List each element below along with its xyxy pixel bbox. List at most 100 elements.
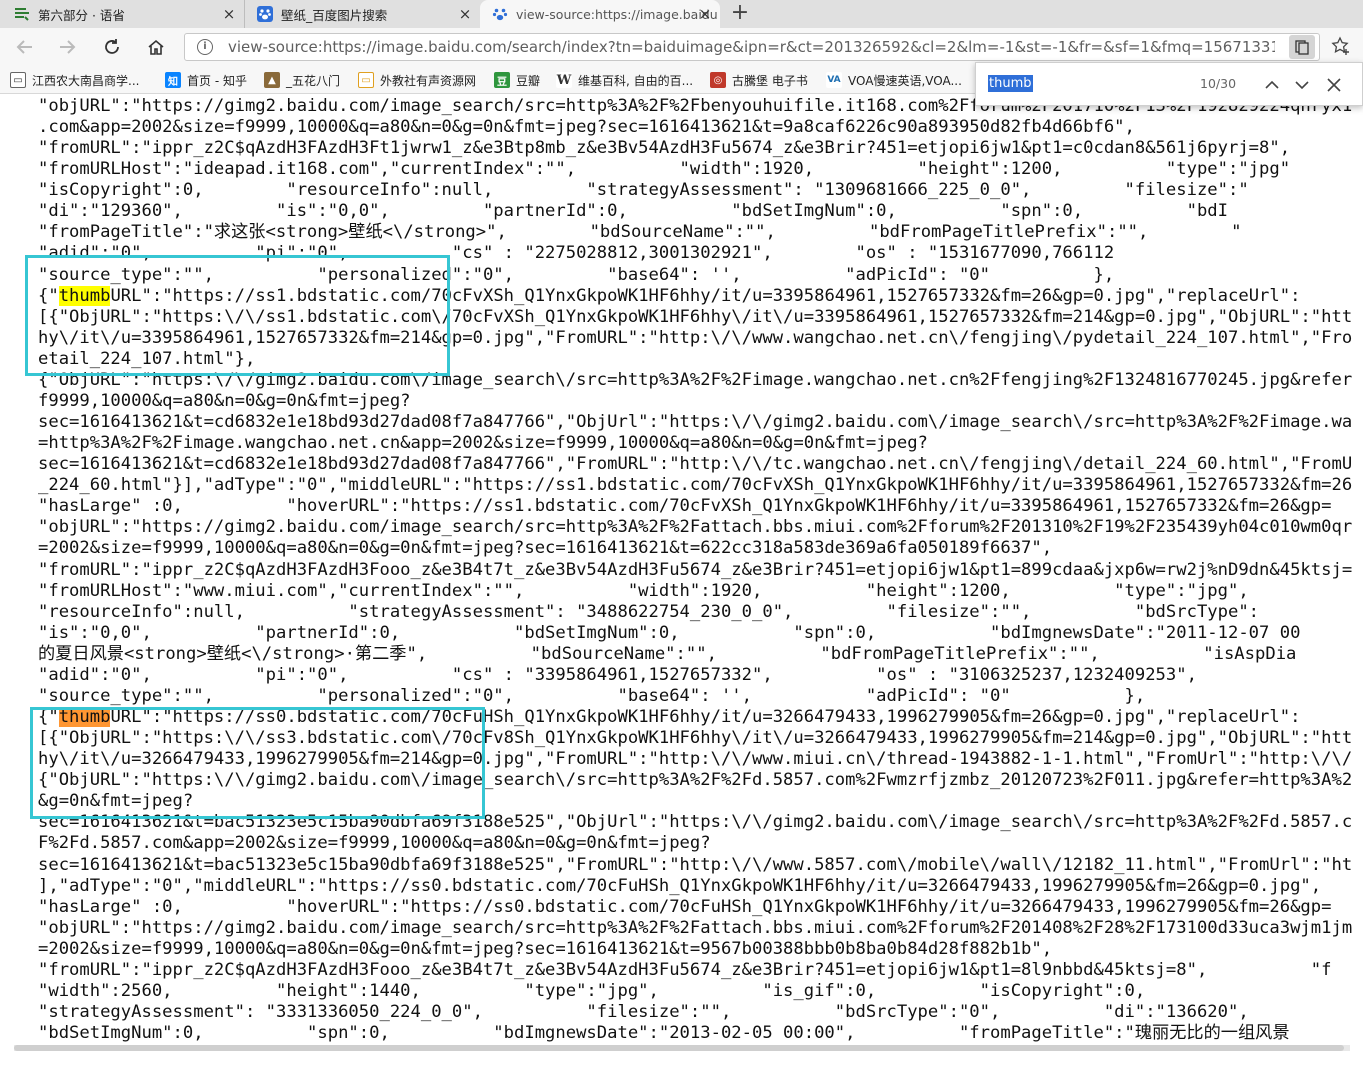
page-icon: ▭	[358, 72, 374, 88]
bookmark-label: VOA慢速英语,VOA...	[848, 73, 962, 88]
source-line: =http%3A%2F%2Fimage.wangchao.net.cn&app=…	[38, 433, 928, 454]
source-line: sec=1616413621&t=cd6832e1e18bd93d27dad08…	[38, 412, 1353, 433]
bookmark-item[interactable]: ◎ 古騰堡 电子书	[710, 71, 808, 89]
source-line: sec=1616413621&t=bac51323e5c15ba90dbfa69…	[38, 812, 1353, 833]
source-line: "source_type":"", "personalized":"0", "b…	[38, 685, 1146, 706]
source-line: "source_type":"", "personalized":"0", "b…	[38, 264, 1115, 285]
source-line: "fromURLHost":"ideapad.it168.com","curre…	[38, 159, 1291, 180]
source-line: =2002&size=f9999,10000&q=a80&n=0&g=0n&fm…	[38, 538, 1053, 559]
find-previous-button[interactable]	[1260, 73, 1284, 97]
source-line: "bdSetImgNum":0, "spn":0, "bdImgnewsDate…	[38, 1023, 1290, 1043]
close-icon[interactable]: ×	[220, 5, 238, 23]
tab-view-source[interactable]: view-source:https://image.baidu ×	[480, 0, 720, 28]
douban-icon: 豆	[494, 72, 510, 88]
source-line: "fromURL":"ippr_z2C$qAzdH3FAzdH3Ft1jwrw1…	[38, 138, 1291, 159]
close-icon[interactable]: ×	[456, 5, 474, 23]
forward-button[interactable]	[56, 36, 80, 58]
bookmark-label: 外教社有声资源网	[380, 73, 477, 88]
baidu-icon	[257, 6, 273, 22]
back-button[interactable]	[12, 36, 36, 58]
source-line: 的夏日风景<strong>壁纸<\/strong>·第二季", "bdSourc…	[38, 643, 1297, 664]
source-line: "fromPageTitle":"求这张<strong>壁纸<\/strong>…	[38, 222, 1242, 243]
close-icon[interactable]: ×	[696, 5, 714, 23]
source-line: sec=1616413621&t=cd6832e1e18bd93d27dad08…	[38, 454, 1353, 475]
source-line: [{"ObjURL":"https:\/\/ss3.bdstatic.com\/…	[38, 728, 1353, 749]
source-line: F%2Fd.5857.com&app=2002&size=f9999,10000…	[38, 833, 711, 854]
bookmark-item[interactable]: ▲ _五花八门	[264, 71, 340, 89]
image-icon: ▲	[264, 72, 280, 88]
chevron-up-icon	[1265, 80, 1279, 89]
source-line: ],"adType":"0","middleURL":"https://ss0.…	[38, 875, 1322, 896]
bookmark-item[interactable]: VA VOA慢速英语,VOA...	[826, 71, 962, 89]
source-line: [{"ObjURL":"https:\/\/ss1.bdstatic.com\/…	[38, 306, 1353, 327]
bookmark-item[interactable]: 豆 豆瓣	[494, 71, 540, 89]
bookmark-label: 维基百科, 自由的百...	[578, 73, 694, 88]
address-bar[interactable]: i view-source:https://image.baidu.com/se…	[184, 33, 1320, 61]
page-icon: ▭	[10, 72, 26, 88]
horizontal-scrollbar[interactable]	[0, 1043, 1363, 1076]
tab-title: 第六部分 · 语省	[38, 7, 125, 23]
tab-strip: 第六部分 · 语省 × 壁纸_百度图片搜索 × view-source:http…	[0, 0, 1363, 28]
tab-baidu-images[interactable]: 壁纸_百度图片搜索 ×	[244, 0, 480, 28]
source-line: &g=0n&fmt=jpeg?	[38, 791, 194, 812]
source-line: "objURL":"https://gimg2.baidu.com/image_…	[38, 917, 1353, 938]
refresh-button[interactable]	[100, 36, 124, 58]
wikipedia-icon: W	[556, 72, 572, 88]
source-line: {"thumbURL":"https://ss0.bdstatic.com/70…	[38, 707, 1301, 728]
source-line: sec=1616413621&t=bac51323e5c15ba90dbfa69…	[38, 854, 1353, 875]
source-line: etail_224_107.html"},	[38, 348, 256, 369]
bookmark-item[interactable]: 知 首页 - 知乎	[165, 71, 247, 89]
url-text[interactable]: view-source:https://image.baidu.com/sear…	[228, 38, 1275, 56]
find-next-button[interactable]	[1290, 73, 1314, 97]
source-line: {"ObjURL":"https:\/\/gimg2.baidu.com\/im…	[38, 770, 1353, 791]
source-line: "fromURLHost":"www.miui.com","currentInd…	[38, 580, 1249, 601]
page-source-view: "objURL":"https://gimg2.baidu.com/image_…	[0, 95, 1363, 1043]
source-line: "fromURL":"ippr_z2C$qAzdH3FAzdH3Fooo_z&e…	[38, 959, 1332, 980]
bookmark-label: 江西农大南昌商学...	[32, 73, 140, 88]
bookmark-label: 古騰堡 电子书	[732, 73, 808, 88]
close-icon	[1327, 78, 1341, 92]
gutenberg-icon: ◎	[710, 72, 726, 88]
source-line: "strategyAssessment": "3331336050_224_0_…	[38, 1002, 1249, 1022]
refresh-icon	[105, 39, 119, 54]
scrollbar-thumb[interactable]	[14, 1045, 1344, 1051]
voa-icon: VA	[826, 72, 842, 88]
bookmark-label: 豆瓣	[516, 73, 541, 88]
bookmark-item[interactable]: W 维基百科, 自由的百...	[556, 71, 693, 89]
source-line: {"ObjURL":"https:\/\/gimg2.baidu.com\/im…	[38, 369, 1353, 390]
bookmark-label: _五花八门	[286, 73, 341, 88]
info-icon[interactable]: i	[197, 39, 213, 55]
chevron-down-icon	[1295, 81, 1309, 90]
bookmark-item[interactable]: ▭ 外教社有声资源网	[358, 71, 476, 89]
favorites-star-icon[interactable]	[1330, 36, 1352, 58]
tab-title: 壁纸_百度图片搜索	[281, 7, 388, 23]
source-line: "resourceInfo":null, "strategyAssessment…	[38, 601, 1260, 622]
source-line: "hasLarge" :0, "hoverURL":"https://ss0.b…	[38, 896, 1332, 917]
find-match-count: 10/30	[1200, 76, 1237, 91]
source-line: "adid":"0", "pi":"0", "cs" : "2275028812…	[38, 243, 1115, 264]
source-line: hy\/it\/u=3266479433,1996279905&fm=214&g…	[38, 749, 1353, 770]
source-line: "di":"129360", "is":"0,0", "partnerId":0…	[38, 201, 1228, 222]
find-close-button[interactable]	[1322, 73, 1346, 97]
reading-view-icon[interactable]	[1289, 35, 1315, 59]
arrow-right-icon	[60, 40, 76, 54]
zhihu-icon: 知	[165, 72, 181, 88]
source-line: f9999,10000&q=a80&n=0&g=0n&fmt=jpeg?	[38, 390, 411, 411]
source-line: "fromURL":"ippr_z2C$qAzdH3FAzdH3Fooo_z&e…	[38, 559, 1353, 580]
find-current-match-highlight: thumb	[58, 707, 111, 728]
find-input[interactable]: thumb	[988, 75, 1033, 92]
source-line: =2002&size=f9999,10000&q=a80&n=0&g=0n&fm…	[38, 938, 1053, 959]
lines-icon	[14, 6, 30, 22]
find-bar: thumb 10/30	[975, 62, 1363, 106]
source-line: "adid":"0", "pi":"0", "cs" : "3395864961…	[38, 664, 1197, 685]
home-icon	[148, 39, 164, 55]
new-tab-button[interactable]: +	[728, 2, 752, 26]
source-line: "isCopyright":0, "resourceInfo":null, "s…	[38, 180, 1249, 201]
tab-chapter-six[interactable]: 第六部分 · 语省 ×	[0, 0, 244, 28]
arrow-left-icon	[16, 40, 32, 54]
home-button[interactable]	[144, 36, 168, 58]
source-line: "is":"0,0", "partnerId":0, "bdSetImgNum"…	[38, 622, 1301, 643]
source-line: "hasLarge" :0, "hoverURL":"https://ss1.b…	[38, 496, 1332, 517]
bookmark-item[interactable]: ▭ 江西农大南昌商学...	[10, 71, 139, 89]
source-line: hy\/it\/u=3395864961,1527657332&fm=214&g…	[38, 327, 1353, 348]
